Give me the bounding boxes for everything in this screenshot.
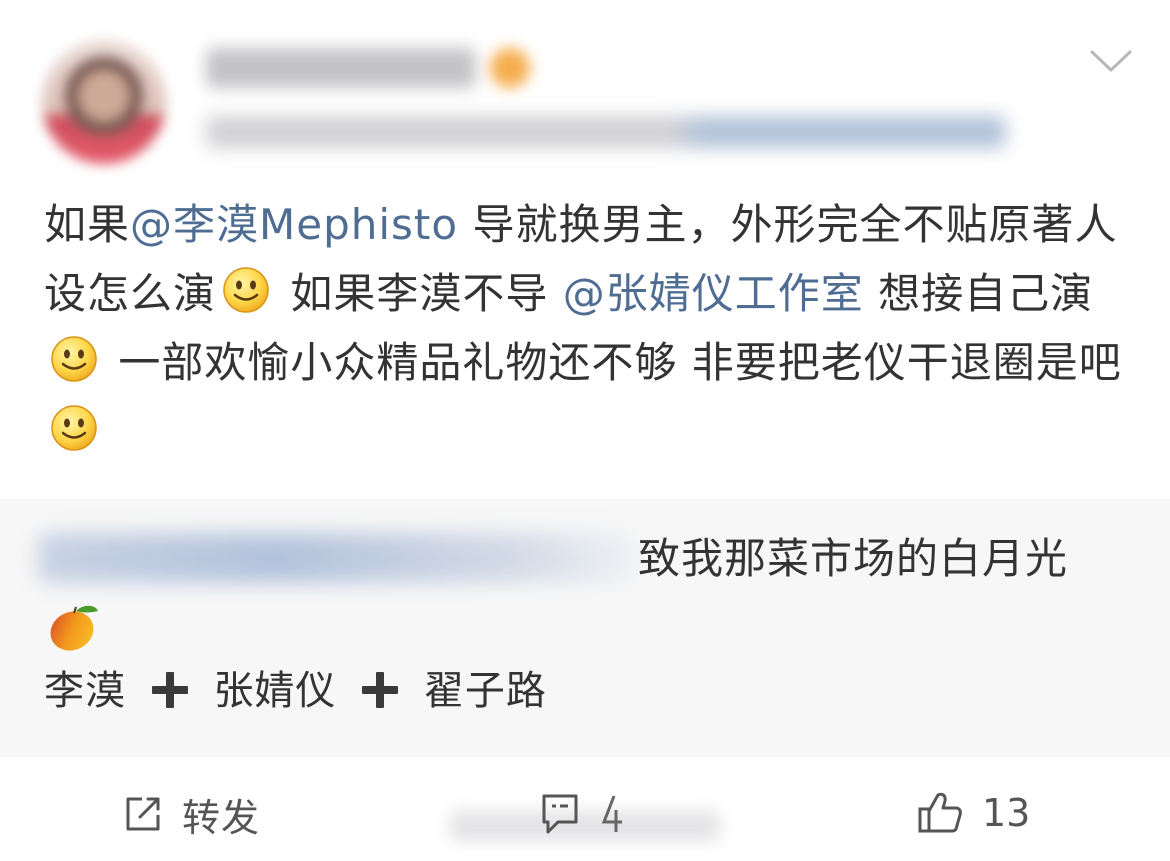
post-text: 想接自己演 — [863, 269, 1094, 318]
repost-label: 转发 — [182, 795, 261, 840]
repost-text: 致我那菜市场的白月光 — [638, 534, 1069, 583]
username-blurred[interactable] — [206, 48, 476, 88]
like-button[interactable]: 13 — [916, 787, 1030, 839]
tag-zhai-zilu: 翟子路 — [423, 668, 547, 714]
mango-emoji-icon — [50, 605, 98, 651]
smiley-emoji-icon — [50, 334, 98, 382]
repost-user-blurred[interactable] — [38, 533, 638, 583]
post-meta-blurred — [206, 116, 1006, 148]
post-text: 如果 — [44, 200, 131, 249]
comment-count-blurred — [601, 795, 622, 832]
plus-icon — [362, 672, 399, 708]
repost-button[interactable]: 转发 — [122, 791, 260, 840]
smiley-emoji-icon — [222, 265, 270, 313]
post-content: 如果@李漠Mephisto 导就换男主，外形完全不贴原著人设怎么演 如果李漠不导… — [44, 190, 1134, 466]
mention-link[interactable]: @张婧仪工作室 — [563, 269, 864, 318]
plus-icon — [151, 672, 188, 708]
post-text: 一部欢愉小众精品礼物还不够 非要把老仪干退圈是吧 — [104, 338, 1122, 387]
avatar[interactable] — [42, 40, 166, 164]
like-count: 13 — [982, 791, 1031, 835]
chevron-down-icon[interactable] — [1090, 48, 1132, 74]
comment-button[interactable] — [540, 791, 628, 837]
mention-link[interactable]: @李漠Mephisto — [130, 200, 458, 249]
share-icon — [126, 797, 160, 831]
post-header — [0, 0, 1170, 180]
action-bar: 转发 13 — [0, 759, 1170, 861]
smiley-emoji-icon — [50, 403, 98, 451]
thumbs-up-icon — [918, 792, 962, 833]
comment-icon — [542, 794, 578, 834]
tag-li-mo: 李漠 — [44, 668, 126, 714]
tag-zhang-jingyi: 张婧仪 — [213, 668, 337, 714]
repost-tags: 李漠 张婧仪 翟子路 — [44, 663, 547, 719]
verified-badge-blurred — [490, 48, 530, 88]
post-text: 如果李漠不导 — [276, 269, 563, 318]
repost-box[interactable]: 致我那菜市场的白月光 李漠 张婧仪 翟子路 — [0, 499, 1170, 757]
